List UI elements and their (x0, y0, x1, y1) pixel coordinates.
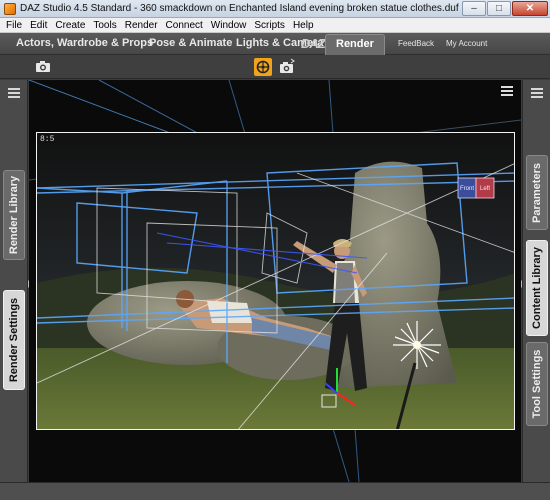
menu-window[interactable]: Window (211, 20, 247, 31)
tab-render-library[interactable]: Render Library (3, 170, 25, 260)
view-cube[interactable]: Front Left (457, 175, 495, 201)
menu-tools[interactable]: Tools (93, 20, 116, 31)
cube-front-label: Front (460, 186, 474, 192)
maximize-button[interactable]: □ (487, 0, 511, 16)
window-controls: – □ ✕ (461, 0, 548, 17)
menu-create[interactable]: Create (55, 20, 85, 31)
render-settings-label: Render Settings (8, 297, 20, 383)
tab-render-settings[interactable]: Render Settings (3, 290, 25, 390)
my-account-link[interactable]: My Account (446, 39, 487, 48)
window-title: DAZ Studio 4.5 Standard - 360 smackdown … (20, 3, 459, 14)
menu-file[interactable]: File (6, 20, 22, 31)
tab-content-library[interactable]: Content Library (526, 240, 548, 336)
menu-bar: File Edit Create Tools Render Connect Wi… (0, 18, 550, 33)
content-library-label: Content Library (531, 247, 543, 329)
tab-render[interactable]: Render (325, 34, 385, 55)
scene-illustration (37, 133, 514, 429)
menu-help[interactable]: Help (293, 20, 314, 31)
right-pane-tabs: Parameters Content Library Tool Settings (518, 80, 550, 482)
left-pane-tabs: Render Library Render Settings (0, 80, 32, 482)
tab-parameters[interactable]: Parameters (526, 155, 548, 230)
menu-connect[interactable]: Connect (166, 20, 203, 31)
menu-scripts[interactable]: Scripts (254, 20, 285, 31)
viewport[interactable]: 8:5 Front Left (29, 80, 521, 482)
render-frame: 8:5 Front Left (36, 132, 515, 430)
minimize-button[interactable]: – (462, 0, 486, 16)
camera-icon[interactable] (34, 58, 52, 76)
tool-settings-label: Tool Settings (531, 349, 543, 419)
menu-edit[interactable]: Edit (30, 20, 47, 31)
render-camera-icon[interactable] (278, 58, 296, 76)
app-icon (4, 2, 16, 15)
menu-render[interactable]: Render (125, 20, 158, 31)
parameters-label: Parameters (531, 162, 543, 223)
cube-left-label: Left (480, 186, 490, 192)
toolbar (0, 55, 550, 79)
aspect-ratio-label: 8:5 (40, 135, 55, 144)
close-button[interactable]: ✕ (512, 0, 548, 16)
left-pane-menu-icon[interactable] (8, 88, 20, 98)
right-pane-menu-icon[interactable] (531, 88, 543, 98)
feedback-link[interactable]: FeedBack (398, 39, 434, 48)
status-bar (0, 482, 550, 500)
title-bar: DAZ Studio 4.5 Standard - 360 smackdown … (0, 0, 550, 18)
tab-pose-animate[interactable]: Pose & Animate (149, 37, 232, 49)
tab-tool-settings[interactable]: Tool Settings (526, 342, 548, 426)
tab-actors-wardrobe-props[interactable]: Actors, Wardrobe & Props (16, 37, 153, 49)
daz-logo: DAZ (301, 36, 326, 51)
render-icon[interactable] (254, 58, 272, 76)
activity-tabs: Actors, Wardrobe & Props Pose & Animate … (0, 33, 550, 55)
render-library-label: Render Library (8, 175, 20, 255)
